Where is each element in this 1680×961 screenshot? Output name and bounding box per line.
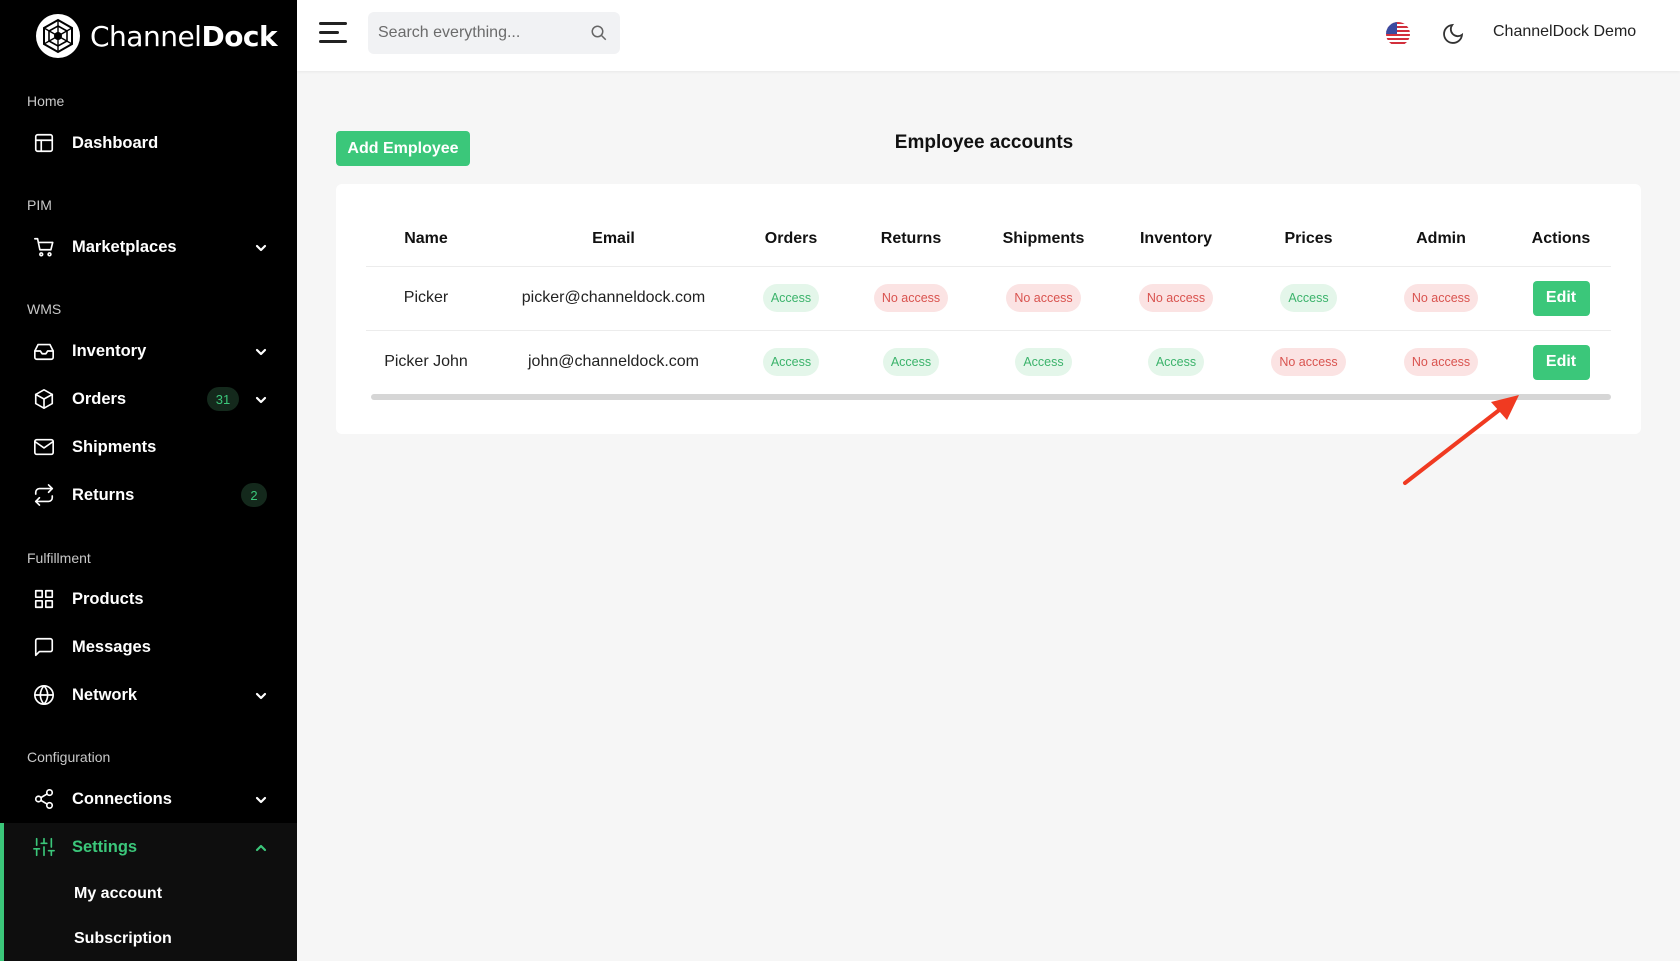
employee-email: picker@channeldock.com: [486, 266, 741, 331]
sidebar-subitem-subscription[interactable]: Subscription: [0, 916, 297, 961]
sidebar-item-products[interactable]: Products: [0, 577, 297, 621]
column-header-inventory[interactable]: Inventory: [1106, 212, 1246, 267]
dashboard-icon: [33, 132, 55, 154]
sidebar-item-settings[interactable]: Settings: [0, 823, 297, 871]
admin-access-badge: No access: [1403, 348, 1479, 377]
inbox-icon: [33, 340, 55, 362]
sidebar-item-label: Connections: [72, 789, 172, 808]
employee-name: Picker: [366, 266, 486, 331]
section-label-pim: PIM: [27, 197, 52, 213]
shipments-access-badge: No access: [1006, 284, 1081, 312]
sidebar-item-label: Orders: [72, 389, 127, 408]
section-label-configuration: Configuration: [27, 749, 111, 765]
sidebar-item-label: Dashboard: [72, 133, 159, 152]
column-header-shipments[interactable]: Shipments: [981, 212, 1106, 267]
sidebar-item-label: Network: [72, 685, 138, 704]
prices-access-badge: No access: [1271, 348, 1346, 377]
chevron-down-icon: [255, 393, 267, 405]
table-header-row: Name Email Orders Returns Shipments Inve…: [366, 212, 1611, 267]
grid-icon: [33, 588, 55, 610]
column-header-prices[interactable]: Prices: [1246, 212, 1371, 267]
menu-toggle-icon[interactable]: [319, 22, 347, 44]
section-label-home: Home: [27, 93, 65, 109]
search-input[interactable]: [378, 24, 578, 42]
box-icon: [33, 388, 55, 410]
sidebar-item-connections[interactable]: Connections: [0, 777, 297, 821]
sidebar-item-label: Shipments: [72, 437, 157, 456]
sidebar-item-inventory[interactable]: Inventory: [0, 329, 297, 373]
employee-name: Picker John: [384, 353, 468, 371]
chevron-down-icon: [255, 345, 267, 357]
dark-mode-moon-icon[interactable]: [1441, 22, 1465, 46]
brand-name-bold: Dock: [201, 19, 278, 53]
sidebar-item-label: Messages: [72, 637, 151, 656]
sidebar-item-label: Products: [72, 589, 144, 608]
column-header-orders[interactable]: Orders: [741, 212, 841, 267]
shipments-access-badge: Access: [1015, 348, 1072, 377]
inventory-access-badge: No access: [1138, 284, 1214, 312]
sidebar-item-orders[interactable]: Orders 31: [0, 377, 297, 421]
sidebar-item-returns[interactable]: Returns 2: [0, 473, 297, 517]
message-icon: [33, 636, 55, 658]
edit-button[interactable]: Edit: [1532, 344, 1590, 380]
section-label-fulfillment: Fulfillment: [27, 550, 91, 566]
chevron-down-icon: [255, 793, 267, 805]
table-row: Picker picker@channeldock.com Access No …: [366, 266, 1611, 331]
column-header-returns[interactable]: Returns: [841, 212, 981, 267]
orders-access-badge: Access: [762, 348, 820, 377]
brand-name-light: Channel: [90, 19, 202, 53]
sliders-icon: [33, 836, 55, 858]
returns-access-badge: No access: [873, 284, 949, 312]
channeldock-logo-icon: [36, 14, 80, 58]
sidebar-item-messages[interactable]: Messages: [0, 625, 297, 669]
section-label-wms: WMS: [27, 301, 62, 317]
orders-count-badge: 31: [207, 387, 239, 411]
sidebar-subitem-my-account[interactable]: My account: [0, 871, 297, 916]
returns-access-badge: Access: [882, 348, 940, 377]
us-flag-icon[interactable]: [1386, 22, 1410, 46]
prices-access-badge: Access: [1280, 284, 1337, 312]
sidebar-item-network[interactable]: Network: [0, 673, 297, 717]
column-header-name[interactable]: Name: [366, 212, 486, 267]
sidebar-item-shipments[interactable]: Shipments: [0, 425, 297, 469]
orders-access-badge: Access: [762, 284, 820, 312]
cart-icon: [33, 236, 55, 258]
edit-button[interactable]: Edit: [1532, 280, 1590, 316]
employee-email: john@channeldock.com: [527, 353, 699, 371]
brand[interactable]: ChannelDock: [34, 12, 278, 60]
sidebar-item-label: Marketplaces: [72, 237, 177, 256]
returns-count-badge: 2: [241, 483, 267, 507]
search-box: [368, 12, 620, 54]
table-row: Picker John john@channeldock.com Access …: [366, 330, 1611, 394]
sidebar-item-label: Inventory: [72, 341, 147, 360]
employee-table: Name Email Orders Returns Shipments Inve…: [366, 212, 1611, 394]
sidebar-item-label: Returns: [72, 485, 135, 504]
column-header-admin[interactable]: Admin: [1371, 212, 1511, 267]
sidebar: ChannelDock Home Dashboard PIM Marketpla…: [0, 0, 297, 961]
mail-icon: [33, 436, 55, 458]
chevron-down-icon: [255, 241, 267, 253]
column-header-email[interactable]: Email: [486, 212, 741, 267]
admin-access-badge: No access: [1403, 284, 1479, 312]
globe-icon: [33, 684, 55, 706]
sidebar-item-label: Settings: [72, 837, 138, 856]
user-menu[interactable]: ChannelDock Demo: [1493, 23, 1636, 41]
topbar: ChannelDock Demo: [297, 0, 1680, 71]
add-employee-button[interactable]: Add Employee: [336, 131, 470, 166]
sidebar-item-marketplaces[interactable]: Marketplaces: [0, 225, 297, 269]
chevron-up-icon: [255, 841, 267, 853]
sidebar-item-dashboard[interactable]: Dashboard: [0, 121, 297, 165]
repeat-icon: [33, 484, 55, 506]
annotation-arrow-icon: [1403, 395, 1519, 485]
chevron-down-icon: [255, 689, 267, 701]
search-icon[interactable]: [590, 24, 608, 42]
column-header-actions: Actions: [1511, 212, 1611, 267]
inventory-access-badge: Access: [1147, 348, 1205, 377]
share-icon: [33, 788, 55, 810]
page-title: Employee accounts: [894, 132, 1074, 153]
